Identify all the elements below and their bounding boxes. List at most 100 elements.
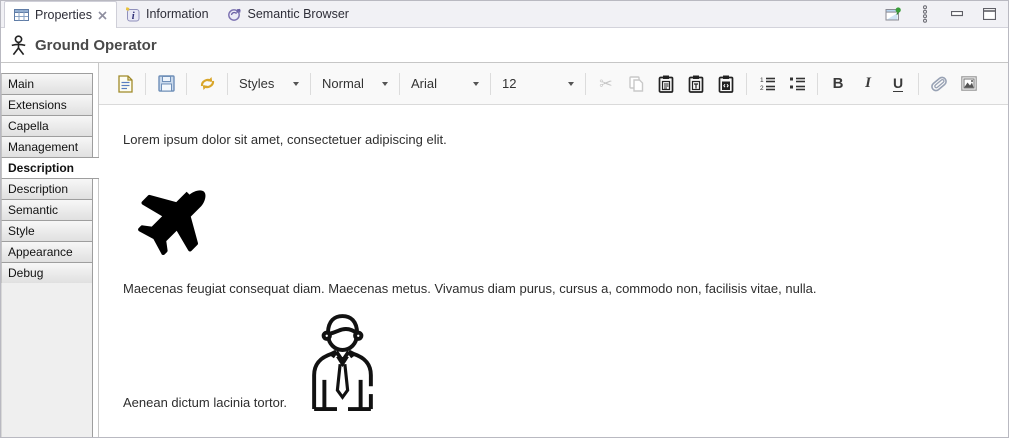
styles-dropdown-value: Styles <box>239 76 274 91</box>
tab-label: Semantic Browser <box>248 7 349 21</box>
paste-word-icon <box>718 75 734 93</box>
properties-view: Properties i Information Semantic Browse… <box>0 0 1009 438</box>
businessman-image[interactable] <box>303 309 382 413</box>
refresh-icon <box>198 75 217 92</box>
font-size-dropdown[interactable]: 12 <box>500 76 576 91</box>
paste-text-icon <box>688 75 704 93</box>
sidebar-item-semantic[interactable]: Semantic <box>1 199 93 221</box>
table-icon <box>14 9 29 21</box>
minimize-button[interactable] <box>948 5 966 23</box>
sidebar-item-style[interactable]: Style <box>1 220 93 242</box>
document-icon <box>118 75 133 93</box>
paste-as-text-button[interactable] <box>685 73 707 95</box>
numbered-list-icon: 1 2 <box>759 76 776 91</box>
toolbar-separator <box>399 73 400 95</box>
font-size-value: 12 <box>502 76 516 91</box>
maximize-button[interactable] <box>980 5 998 23</box>
italic-button[interactable]: I <box>857 73 879 95</box>
close-icon[interactable] <box>98 11 107 20</box>
view-tab-bar: Properties i Information Semantic Browse… <box>1 1 1008 28</box>
paste-button[interactable] <box>655 73 677 95</box>
copy-icon <box>629 76 644 92</box>
paperclip-icon <box>928 76 950 92</box>
view-menu-icon <box>922 5 928 23</box>
tab-information[interactable]: i Information <box>117 1 218 27</box>
view-menu-button[interactable] <box>916 5 934 23</box>
info-icon: i <box>126 7 140 22</box>
tab-label: Information <box>146 7 209 21</box>
toolbar-separator <box>918 73 919 95</box>
bullet-list-icon <box>789 76 806 91</box>
toolbar-separator <box>817 73 818 95</box>
save-icon <box>158 75 175 92</box>
chevron-down-icon <box>382 82 388 86</box>
underline-button[interactable]: U <box>887 73 909 95</box>
airplane-image[interactable] <box>125 165 225 265</box>
svg-text:2: 2 <box>760 85 764 91</box>
sidebar-item-capella[interactable]: Capella <box>1 115 93 137</box>
toolbar-separator <box>746 73 747 95</box>
save-button[interactable] <box>155 73 177 95</box>
toolbar-separator <box>186 73 187 95</box>
paragraph: Maecenas feugiat consequat diam. Maecena… <box>123 281 992 296</box>
chevron-down-icon <box>293 82 299 86</box>
svg-text:1: 1 <box>760 77 764 84</box>
refresh-button[interactable] <box>196 73 218 95</box>
italic-label: I <box>865 75 871 92</box>
description-editor: Styles Normal Arial 12 <box>98 63 1008 437</box>
semantic-browser-icon <box>227 7 242 22</box>
bold-button[interactable]: B <box>827 73 849 95</box>
minimize-icon <box>951 11 963 17</box>
toolbar-separator <box>585 73 586 95</box>
copy-button <box>625 73 647 95</box>
chevron-down-icon <box>473 82 479 86</box>
source-document-button[interactable] <box>114 73 136 95</box>
sidebar-item-management[interactable]: Management <box>1 136 93 158</box>
element-header: Ground Operator <box>1 28 1008 63</box>
underline-label: U <box>893 76 903 92</box>
tab-label: Properties <box>35 8 92 22</box>
tab-properties[interactable]: Properties <box>4 1 117 28</box>
paste-from-word-button[interactable] <box>715 73 737 95</box>
actor-icon <box>10 35 27 56</box>
toolbar-separator <box>310 73 311 95</box>
sidebar-item-appearance[interactable]: Appearance <box>1 241 93 263</box>
sidebar-item-extensions[interactable]: Extensions <box>1 94 93 116</box>
sidebar-filler <box>1 283 93 437</box>
bullet-list-button[interactable] <box>786 73 808 95</box>
richtext-content[interactable]: Lorem ipsum dolor sit amet, consectetuer… <box>99 105 1008 437</box>
view-window-controls <box>884 1 1008 27</box>
paragraph: Lorem ipsum dolor sit amet, consectetuer… <box>123 132 992 147</box>
main-area: Main Extensions Capella Management Descr… <box>1 63 1008 437</box>
maximize-icon <box>983 8 996 20</box>
bold-label: B <box>833 75 844 92</box>
chevron-down-icon <box>568 82 574 86</box>
tab-semantic-browser[interactable]: Semantic Browser <box>218 1 358 27</box>
sidebar-item-debug[interactable]: Debug <box>1 262 93 284</box>
sidebar-item-description[interactable]: Description <box>1 178 93 200</box>
paragraph-with-image: Aenean dictum lacinia tortor. <box>123 309 992 413</box>
font-family-dropdown[interactable]: Arial <box>409 76 481 91</box>
svg-text:i: i <box>132 11 135 22</box>
sidebar-item-main[interactable]: Main <box>1 73 93 95</box>
toolbar-separator <box>490 73 491 95</box>
paragraph-format-dropdown[interactable]: Normal <box>320 76 390 91</box>
styles-dropdown[interactable]: Styles <box>237 76 301 91</box>
numbered-list-button[interactable]: 1 2 <box>756 73 778 95</box>
sidebar-item-description-active[interactable]: Description <box>1 157 99 179</box>
paragraph-format-value: Normal <box>322 76 364 91</box>
page-title: Ground Operator <box>35 37 157 54</box>
attach-link-button[interactable] <box>928 73 950 95</box>
font-family-value: Arial <box>411 76 437 91</box>
scissors-icon: ✂ <box>599 74 612 93</box>
toolbar-separator <box>227 73 228 95</box>
insert-image-button[interactable] <box>958 73 980 95</box>
pin-editor-button[interactable] <box>884 5 902 23</box>
paragraph: Aenean dictum lacinia tortor. <box>123 395 287 413</box>
richtext-toolbar: Styles Normal Arial 12 <box>99 63 1008 105</box>
image-icon <box>961 76 977 91</box>
pin-editor-icon <box>885 6 902 22</box>
cut-button: ✂ <box>595 73 617 95</box>
paste-icon <box>658 75 674 93</box>
toolbar-separator <box>145 73 146 95</box>
